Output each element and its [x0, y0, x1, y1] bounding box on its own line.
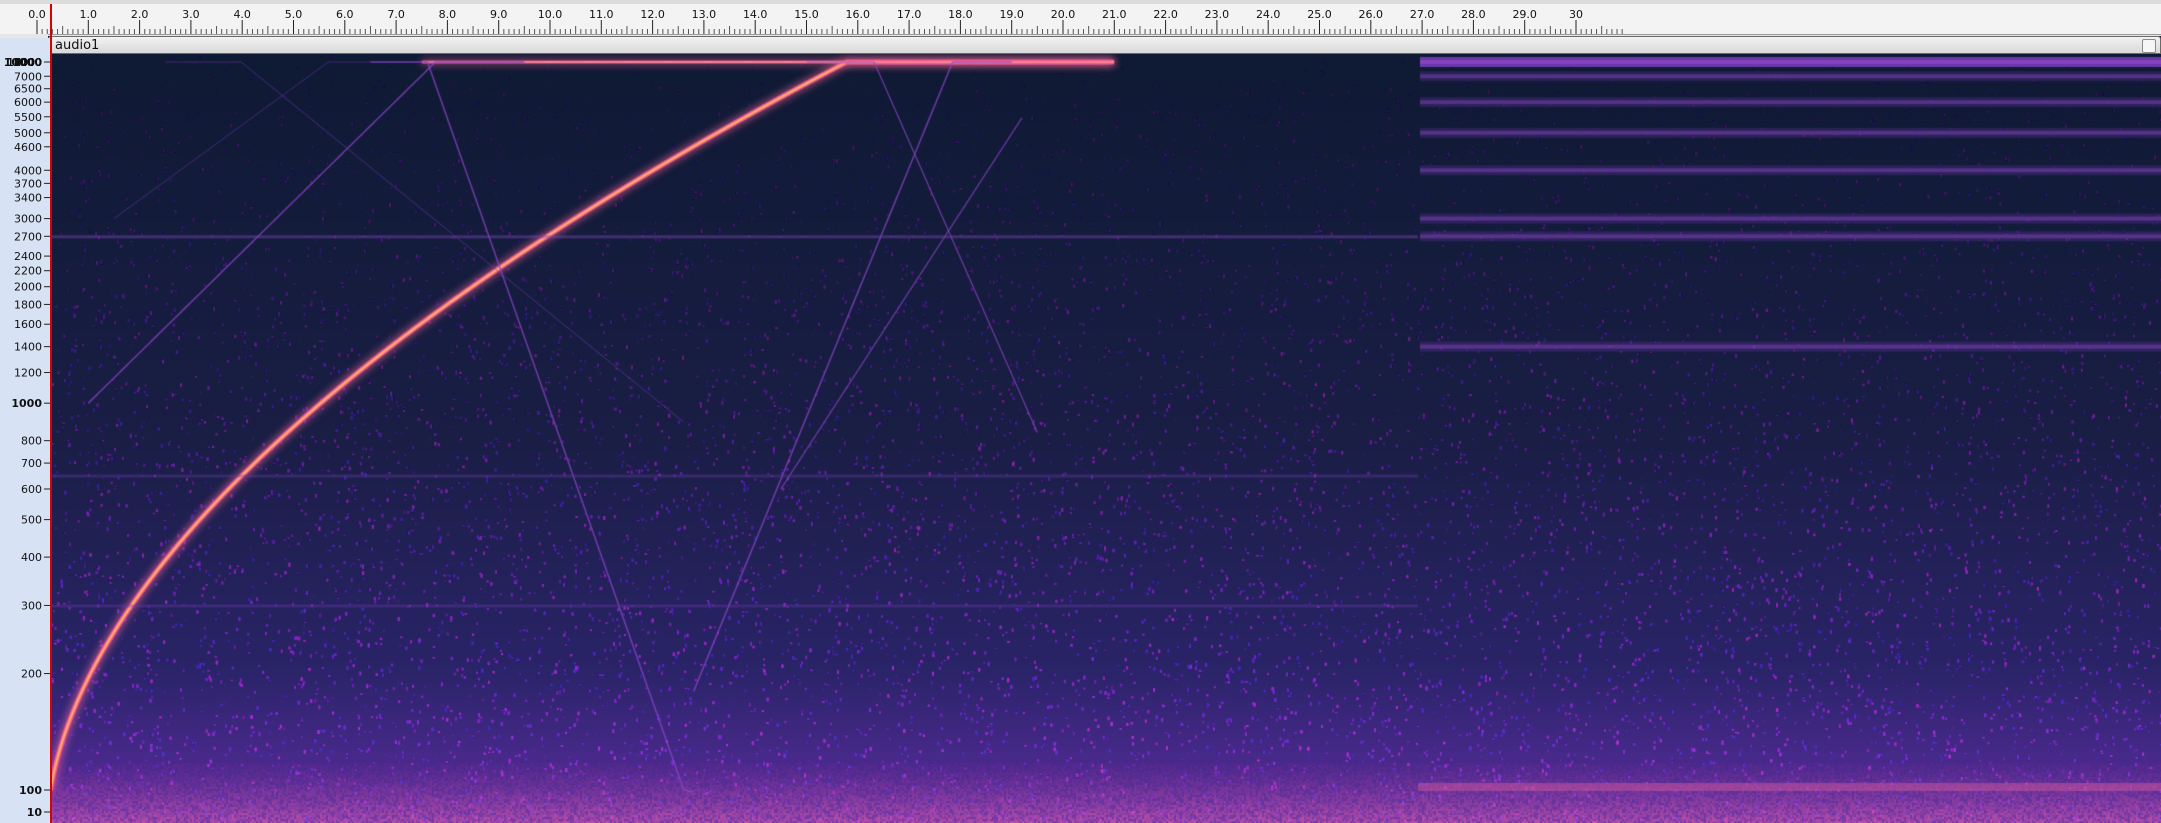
timeline-label: 19.0	[999, 8, 1024, 21]
timeline-label: 13.0	[692, 8, 717, 21]
frequency-label: 3400	[14, 192, 42, 205]
timeline-label: 5.0	[285, 8, 303, 21]
frequency-label: 300	[21, 599, 42, 612]
timeline-label: 1.0	[80, 8, 98, 21]
timeline-ticks: 0.0 1.0 2.0 3.0 4.0 5.0 6.0 7.0 8.0 9.0 10.0 11.0 12…	[28, 8, 1623, 34]
timeline-label: 12.0	[640, 8, 665, 21]
frequency-label: 7000	[14, 70, 42, 83]
timeline-label: 14.0	[743, 8, 768, 21]
timeline-label: 3.0	[182, 8, 200, 21]
frequency-label: 1200	[14, 367, 42, 380]
timeline-label: 8.0	[439, 8, 457, 21]
track-header[interactable]: audio1	[48, 36, 2161, 54]
timeline-ruler[interactable]: 0.0 1.0 2.0 3.0 4.0 5.0 6.0 7.0 8.0 9.0 10.0 11.0 12…	[0, 0, 2161, 35]
frequency-label: 3000	[14, 213, 42, 226]
timeline-label: 16.0	[846, 8, 871, 21]
track-name-label: audio1	[55, 38, 100, 53]
frequency-label: 1800	[14, 298, 42, 311]
frequency-label: 500	[21, 514, 42, 527]
timeline-label: 0.0	[28, 8, 46, 21]
timeline-label: 15.0	[794, 8, 819, 21]
timeline-label: 22.0	[1153, 8, 1178, 21]
timeline-label: 17.0	[897, 8, 922, 21]
frequency-label: 8000	[14, 56, 42, 69]
timeline-label: 23.0	[1205, 8, 1230, 21]
timeline-label: 24.0	[1256, 8, 1281, 21]
frequency-label: 200	[21, 668, 42, 681]
timeline-label: 10.0	[538, 8, 563, 21]
timeline-label: 29.0	[1512, 8, 1537, 21]
frequency-label: 2000	[14, 281, 42, 294]
frequency-label: 600	[21, 483, 42, 496]
timeline-label: 20.0	[1051, 8, 1076, 21]
frequency-label: 400	[21, 551, 42, 564]
frequency-label: 2700	[14, 230, 42, 243]
timeline-label: 11.0	[589, 8, 614, 21]
frequency-label: 6500	[14, 83, 42, 96]
spectrogram-view[interactable]	[48, 54, 2161, 823]
timeline-label: 6.0	[336, 8, 354, 21]
frequency-label: 1000	[11, 397, 42, 410]
track-menu-button[interactable]	[2142, 39, 2156, 53]
audio-editor-window: 0.0 1.0 2.0 3.0 4.0 5.0 6.0 7.0 8.0 9.0 10.0 11.0 12…	[0, 0, 2161, 823]
timeline-label: 9.0	[490, 8, 508, 21]
frequency-label: 4600	[14, 141, 42, 154]
timeline-label: 27.0	[1410, 8, 1435, 21]
frequency-scale[interactable]: 19000 17000 16000 15000 14000 13000 12000 11000…	[0, 38, 51, 823]
frequency-label: 6000	[14, 96, 42, 109]
timeline-label: 18.0	[948, 8, 973, 21]
frequency-label: 4000	[14, 164, 42, 177]
frequency-label: 3700	[14, 177, 42, 190]
frequency-label: 100	[19, 784, 42, 797]
timeline-label: 4.0	[233, 8, 251, 21]
timeline-label: 7.0	[387, 8, 405, 21]
timeline-label: 21.0	[1102, 8, 1127, 21]
frequency-label: 10	[27, 806, 43, 819]
frequency-label: 800	[21, 435, 42, 448]
frequency-label: 1600	[14, 318, 42, 331]
playback-cursor[interactable]	[50, 4, 52, 823]
frequency-label: 700	[21, 457, 42, 470]
frequency-label: 2200	[14, 265, 42, 278]
timeline-label: 30	[1569, 8, 1583, 21]
track-audio1[interactable]: audio1	[48, 36, 2161, 823]
frequency-label: 5000	[14, 127, 42, 140]
timeline-label: 26.0	[1359, 8, 1384, 21]
timeline-label: 28.0	[1461, 8, 1486, 21]
timeline-label: 25.0	[1307, 8, 1332, 21]
frequency-label: 1400	[14, 341, 42, 354]
frequency-label: 2400	[14, 250, 42, 263]
frequency-label: 5500	[14, 111, 42, 124]
frequency-scale-ticks: 1900017000160001500014000130001200011000…	[4, 56, 50, 819]
timeline-label: 2.0	[131, 8, 149, 21]
